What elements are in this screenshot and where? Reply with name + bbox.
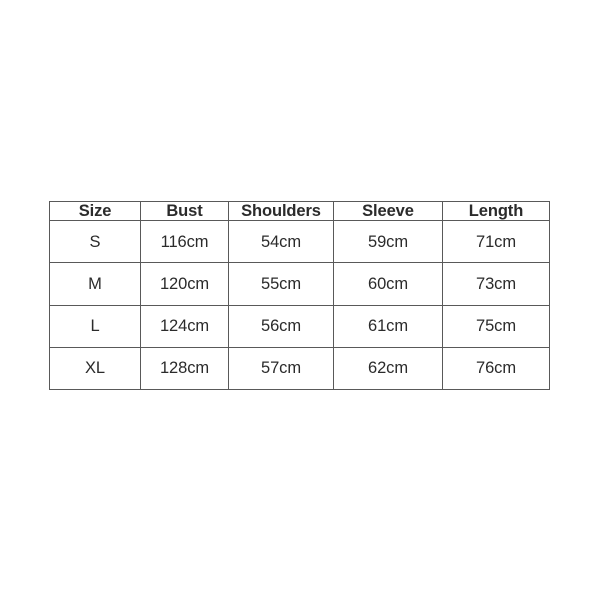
table-row: S 116cm 54cm 59cm 71cm [49, 220, 550, 264]
cell-sleeve: 61cm [333, 304, 443, 348]
cell-length: 73cm [442, 262, 550, 306]
cell-shoulders: 57cm [228, 346, 334, 391]
size-chart-container: Size Bust Shoulders Sleeve Length S 116c… [49, 200, 550, 391]
size-chart-body: S 116cm 54cm 59cm 71cm M 120cm 55cm 60cm… [49, 220, 550, 391]
column-header-length: Length [442, 200, 550, 222]
cell-size: S [49, 220, 141, 264]
cell-bust: 116cm [140, 220, 229, 264]
table-header-row: Size Bust Shoulders Sleeve Length [49, 200, 550, 222]
column-header-bust: Bust [140, 200, 229, 222]
table-row: XL 128cm 57cm 62cm 76cm [49, 346, 550, 391]
cell-bust: 120cm [140, 262, 229, 306]
cell-length: 76cm [442, 346, 550, 391]
column-header-shoulders: Shoulders [228, 200, 334, 222]
cell-shoulders: 55cm [228, 262, 334, 306]
cell-sleeve: 59cm [333, 220, 443, 264]
cell-sleeve: 60cm [333, 262, 443, 306]
table-row: L 124cm 56cm 61cm 75cm [49, 304, 550, 348]
cell-shoulders: 54cm [228, 220, 334, 264]
size-chart-table: Size Bust Shoulders Sleeve Length S 116c… [49, 200, 550, 391]
table-row: M 120cm 55cm 60cm 73cm [49, 262, 550, 306]
cell-bust: 128cm [140, 346, 229, 391]
cell-sleeve: 62cm [333, 346, 443, 391]
cell-size: XL [49, 346, 141, 391]
cell-length: 71cm [442, 220, 550, 264]
size-chart-header: Size Bust Shoulders Sleeve Length [49, 200, 550, 222]
cell-size: L [49, 304, 141, 348]
column-header-size: Size [49, 200, 141, 222]
column-header-sleeve: Sleeve [333, 200, 443, 222]
cell-size: M [49, 262, 141, 306]
cell-length: 75cm [442, 304, 550, 348]
cell-bust: 124cm [140, 304, 229, 348]
cell-shoulders: 56cm [228, 304, 334, 348]
